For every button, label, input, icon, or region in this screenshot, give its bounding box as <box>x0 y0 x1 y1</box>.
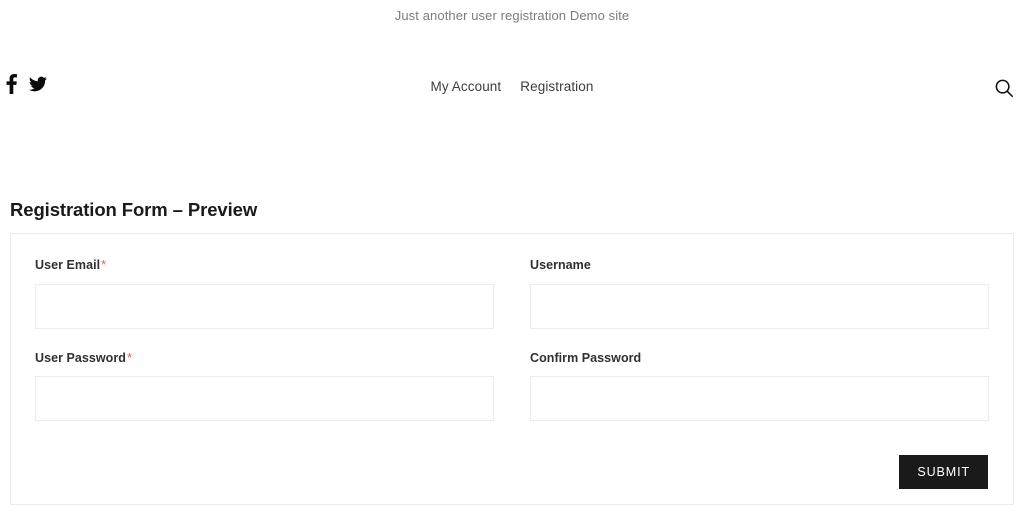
main-navigation: My Account Registration <box>0 80 1024 94</box>
submit-button[interactable]: SUBMIT <box>899 455 988 489</box>
label-user-email: User Email* <box>35 258 494 272</box>
user-email-input[interactable] <box>35 283 494 329</box>
site-tagline-bar: Just another user registration Demo site <box>0 0 1024 30</box>
label-username-text: Username <box>530 258 591 272</box>
username-input[interactable] <box>530 283 989 329</box>
registration-form-grid: User Email* Username User Password* Conf… <box>35 258 989 443</box>
field-user-password: User Password* <box>35 351 512 421</box>
search-icon[interactable] <box>993 77 1015 99</box>
label-user-password: User Password* <box>35 351 494 365</box>
site-tagline: Just another user registration Demo site <box>394 7 630 23</box>
site-header: My Account Registration <box>0 60 1024 120</box>
label-confirm-password-text: Confirm Password <box>530 350 642 365</box>
confirm-password-input[interactable] <box>530 376 989 421</box>
user-password-input[interactable] <box>35 376 494 421</box>
nav-item-my-account[interactable]: My Account <box>430 80 501 94</box>
field-confirm-password: Confirm Password <box>512 351 989 421</box>
field-username: Username <box>512 258 989 329</box>
label-username: Username <box>530 258 989 272</box>
registration-form-panel: User Email* Username User Password* Conf… <box>10 233 1014 505</box>
label-user-email-text: User Email <box>35 258 101 272</box>
label-user-password-text: User Password <box>35 350 126 365</box>
label-confirm-password: Confirm Password <box>530 351 989 365</box>
page-title: Registration Form – Preview <box>10 199 258 220</box>
field-user-email: User Email* <box>35 258 512 329</box>
nav-item-registration[interactable]: Registration <box>520 80 593 94</box>
form-actions: SUBMIT <box>899 455 988 489</box>
required-marker-user-email: * <box>101 257 107 272</box>
required-marker-user-password: * <box>126 349 133 365</box>
